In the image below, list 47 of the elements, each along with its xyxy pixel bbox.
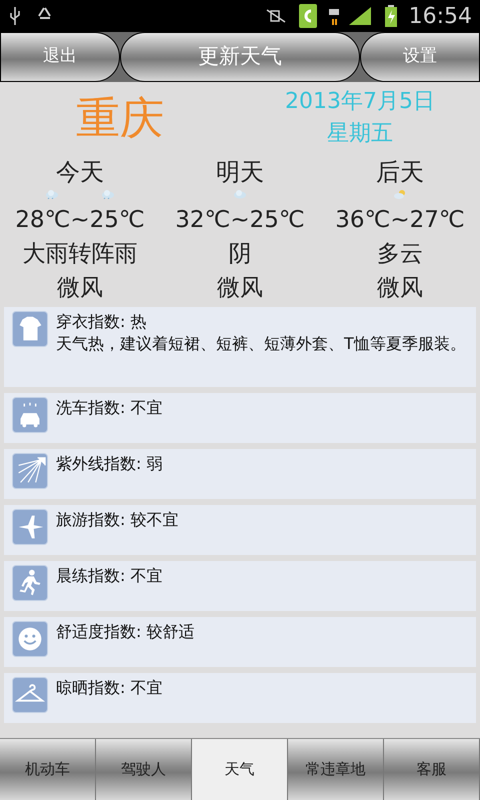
usb-icon xyxy=(8,5,22,27)
settings-button[interactable]: 设置 xyxy=(360,32,480,82)
cloud-icon xyxy=(233,189,247,199)
battery-icon xyxy=(384,5,397,27)
day-label: 今天 xyxy=(56,157,104,188)
index-description: 天气热，建议着短裙、短裤、短薄外套、T恤等夏季服装。 xyxy=(56,333,466,355)
day-label: 后天 xyxy=(376,157,424,188)
sunlight-icon xyxy=(12,453,48,489)
date-text: 2013年7月5日 xyxy=(285,88,435,116)
index-title: 晨练指数: 不宜 xyxy=(56,565,162,587)
weather-condition: 大雨转阵雨 xyxy=(22,240,138,269)
index-title: 晾晒指数: 不宜 xyxy=(56,677,162,699)
shirt-icon xyxy=(12,311,48,347)
bottom-tab[interactable]: 常违章地 xyxy=(288,739,384,800)
refresh-weather-button[interactable]: 更新天气 xyxy=(120,32,360,82)
clock-time: 16:54 xyxy=(408,2,472,30)
cloud-icon xyxy=(45,189,59,199)
runner-icon xyxy=(12,565,48,601)
bottom-tab[interactable]: 驾驶人 xyxy=(96,739,192,800)
sun-cloud-icon xyxy=(393,189,407,199)
app-icon xyxy=(298,4,317,28)
hanger-icon xyxy=(12,677,48,713)
exit-button[interactable]: 退出 xyxy=(0,32,120,82)
signal-icon xyxy=(328,5,373,27)
bottom-tab[interactable]: 天气 xyxy=(192,739,288,800)
city-name: 重庆 xyxy=(76,96,164,140)
index-title: 紫外线指数: 弱 xyxy=(56,453,162,475)
car-wash-icon xyxy=(12,397,48,433)
airplane-icon xyxy=(12,509,48,545)
temperature-range: 28℃~25℃ xyxy=(15,206,145,235)
temperature-range: 32℃~25℃ xyxy=(175,206,305,235)
index-title: 舒适度指数: 较舒适 xyxy=(56,621,194,643)
weather-condition: 阴 xyxy=(228,240,252,269)
temperature-range: 36℃~27℃ xyxy=(335,206,465,235)
wind-level: 微风 xyxy=(377,274,423,303)
wind-level: 微风 xyxy=(57,274,103,303)
day-label: 明天 xyxy=(216,157,264,188)
index-title: 穿衣指数: 热 xyxy=(56,311,148,333)
cloud-icon xyxy=(101,189,115,199)
bottom-tab[interactable]: 机动车 xyxy=(0,739,96,800)
smiley-icon xyxy=(12,621,48,657)
index-title: 洗车指数: 不宜 xyxy=(56,397,162,419)
index-title: 旅游指数: 较不宜 xyxy=(56,509,178,531)
bottom-tab[interactable]: 客服 xyxy=(384,739,480,800)
weekday-text: 星期五 xyxy=(327,120,393,148)
weather-condition: 多云 xyxy=(377,240,423,269)
wind-level: 微风 xyxy=(217,274,263,303)
